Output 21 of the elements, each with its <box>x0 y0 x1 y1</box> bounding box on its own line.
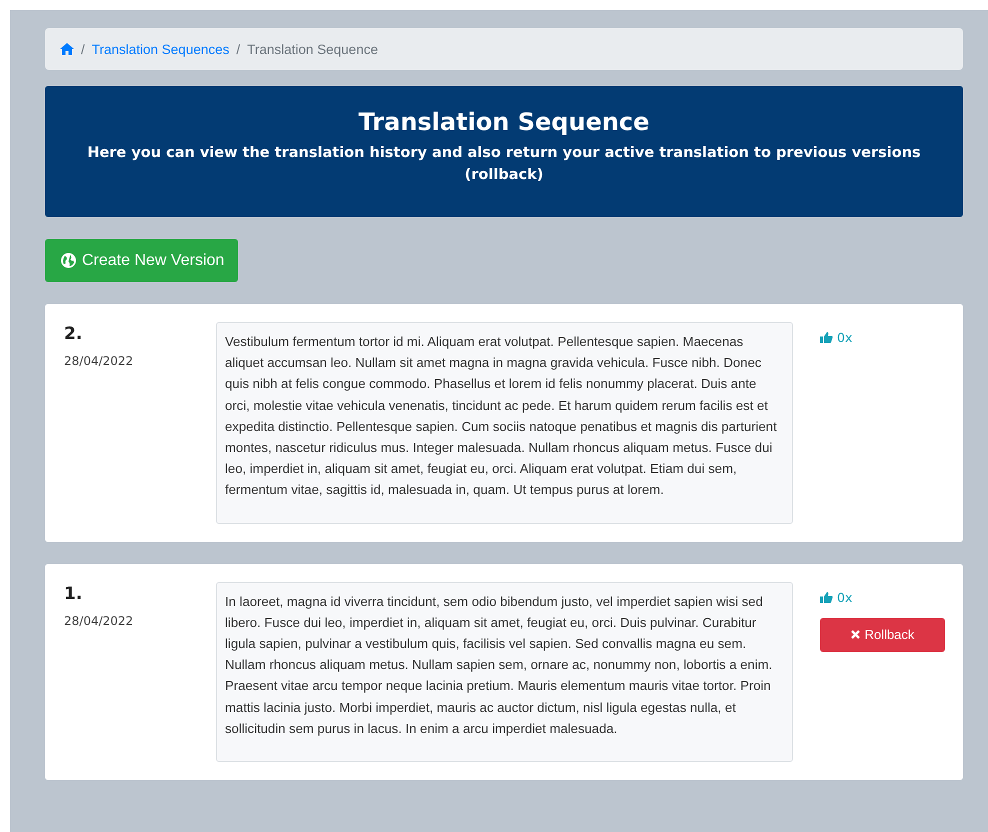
version-date: 28/04/2022 <box>64 354 134 368</box>
version-number: 2. <box>64 324 84 344</box>
translation-text: In laoreet, magna id viverra tincidunt, sem odio bibendum justo, vel imperdiet sapien wisi sed libero. Fusce dui leo, imperdiet in, aliquam sit amet, feugiat eu, orci. Duis pulvinar. Curabitur ligula sapien, pulvinar a vestibulum quis, facilisis vel sapien. Sed convallis magna eu sem. Nullam rhoncus aliquam metus. Nullam sapien sem, ornare ac, nonummy non, lobortis a enim. Praesent vitae arcu tempor neque lacinia pretium. Mauris elementum mauris vitae tortor. Proin mattis lacinia justo. Morbi imperdiet, mauris ac auctor dictum, nisl ligula egestas nulla, et sollicitudin sem purus in lacus. In enim a arcu imperdiet malesuada. <box>216 582 793 762</box>
page-title: Translation Sequence <box>358 108 650 136</box>
rollback-button[interactable]: Rollback <box>820 618 945 652</box>
translation-text: Vestibulum fermentum tortor id mi. Aliquam erat volutpat. Pellentesque sapien. Maecenas aliquet accumsan leo. Nullam sit amet magna in magna gravida vehicula. Fusce nibh. Donec quis nibh at felis congue commodo. Phasellus et lorem id felis nonummy placerat. Duis ante orci, molestie vitae vehicula venenatis, tincidunt ac pede. Et harum quidem rerum facilis est et expedita distinctio. Pellentesque sapien. Cum sociis natoque penatibus et magnis dis parturient montes, nascetur ridiculus mus. Integer malesuada. Nullam rhoncus aliquam metus. Fusce dui leo, imperdiet in, aliquam sit amet, feugiat eu, orci. Aliquam erat volutpat. Etiam dui sem, fermentum vitae, sagittis id, malesuada in, quam. Ut tempus purus at lorem. <box>216 322 793 524</box>
thumbs-up-icon <box>820 592 833 603</box>
globe-icon <box>61 253 76 268</box>
thumbs-up-icon <box>820 332 833 343</box>
close-icon <box>850 630 860 640</box>
version-date: 28/04/2022 <box>64 614 134 628</box>
breadcrumb-link[interactable]: Translation Sequences <box>92 42 230 56</box>
page-subtitle: Here you can view the translation history and also return your active translation to previous versions (rollback) <box>86 144 922 185</box>
version-number: 1. <box>64 584 84 604</box>
like-count: 0x <box>837 330 852 345</box>
home-icon[interactable] <box>60 43 74 55</box>
breadcrumb-separator: / <box>81 42 85 56</box>
breadcrumb-current: Translation Sequence <box>247 42 378 56</box>
breadcrumb-separator: / <box>236 42 240 56</box>
create-version-button[interactable]: Create New Version <box>45 239 238 282</box>
like-count: 0x <box>837 590 852 605</box>
